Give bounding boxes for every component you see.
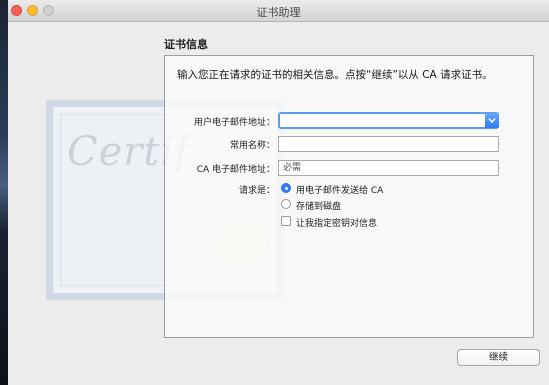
continue-button[interactable]: 继续 [457,349,540,366]
radio-email-to-ca-label: 用电子邮件发送给 CA [296,186,384,196]
radio-email-to-ca[interactable] [281,183,291,193]
email-dropdown-button[interactable] [485,113,499,128]
user-email-field[interactable] [278,112,499,129]
common-name-label: 常用名称： [229,141,275,151]
instructions-text: 输入您正在请求的证书的相关信息。点按“继续”以从 CA 请求证书。 [177,69,493,81]
window-titlebar[interactable]: 证书助理 [8,0,549,22]
certificate-info-panel: 输入您正在请求的证书的相关信息。点按“继续”以从 CA 请求证书。 用户电子邮件… [164,55,534,338]
section-title: 证书信息 [164,38,208,51]
key-pair-info-checkbox-label: 让我指定密钥对信息 [296,219,378,229]
radio-save-to-disk-label: 存储到磁盘 [296,202,342,212]
key-pair-info-checkbox[interactable] [281,216,291,226]
certificate-assistant-window: 证书助理 Certif 证书信息 输入您正在请求的证书的相关信息。点按“继续”以… [8,0,549,385]
window-title: 证书助理 [256,6,301,19]
radio-save-to-disk[interactable] [281,199,291,209]
ca-email-field[interactable]: 必需 [278,160,499,176]
request-type-label: 请求是： [238,186,275,196]
user-email-label: 用户电子邮件地址： [193,118,275,128]
screen: 证书助理 Certif 证书信息 输入您正在请求的证书的相关信息。点按“继续”以… [0,0,549,385]
ca-email-label: CA 电子邮件地址： [196,165,275,175]
chevron-down-icon [488,118,496,124]
common-name-field[interactable] [278,136,499,152]
